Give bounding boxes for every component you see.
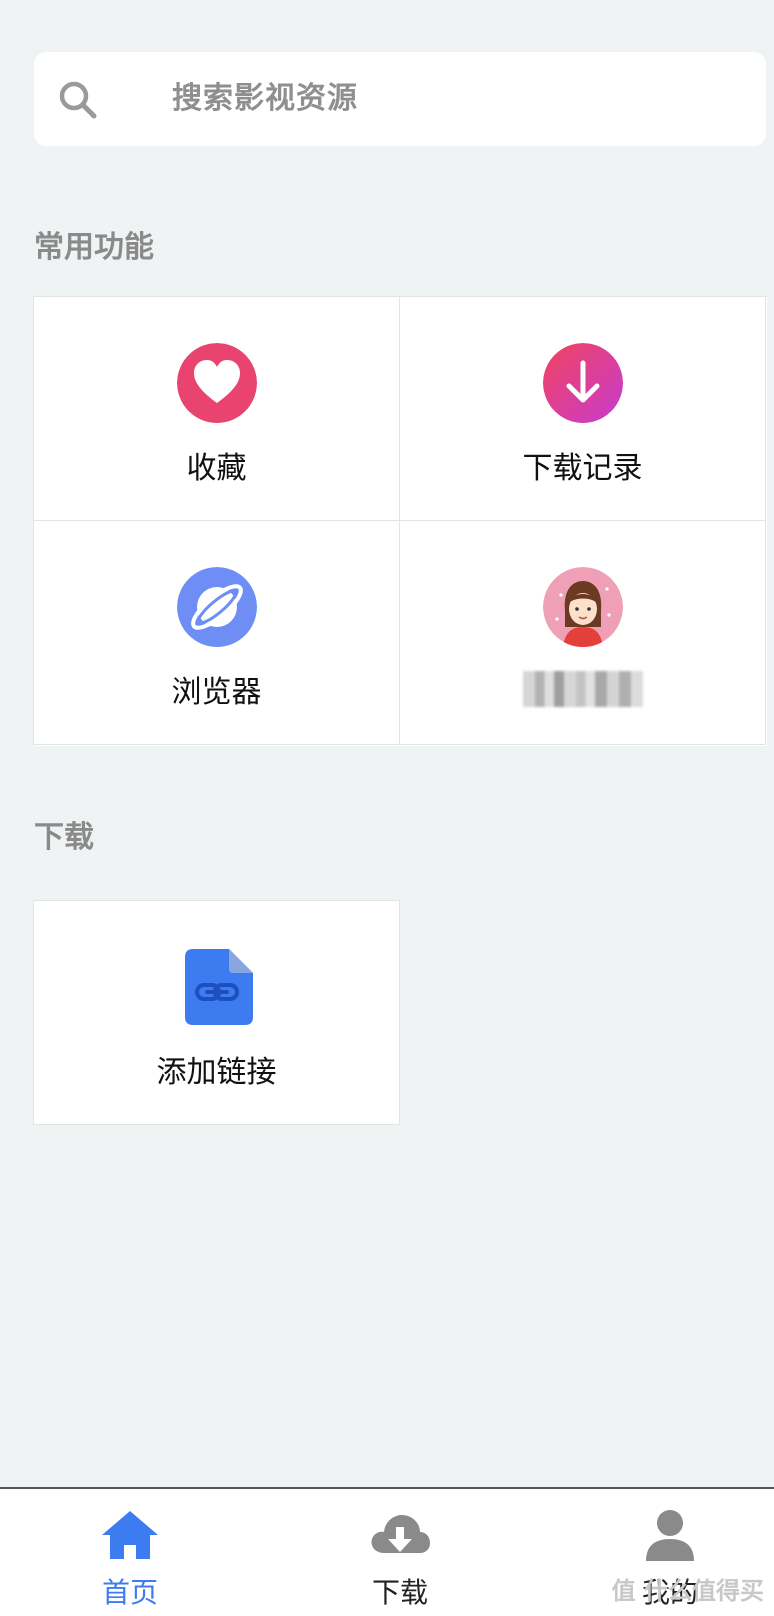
tile-download-history[interactable]: 下载记录: [400, 297, 766, 521]
section-title-common: 常用功能: [34, 230, 154, 265]
common-functions-grid: 收藏 下载记录 浏览器: [33, 296, 767, 746]
tab-home-label: 首页: [101, 1576, 158, 1609]
section-title-download: 下载: [34, 820, 94, 855]
tab-download-label: 下载: [371, 1576, 428, 1609]
tile-browser-label: 浏览器: [171, 675, 262, 710]
user-icon: [646, 1510, 694, 1561]
search-icon: [59, 81, 97, 119]
bottom-tab-bar: 首页 下载 我的 值 什么值得买: [0, 1487, 774, 1616]
tile-favorites-label: 收藏: [186, 451, 247, 486]
home-page: 搜索影视资源 常用功能 收藏 下载记录 浏览器 下载 添加链接 首页 下载 我的…: [0, 0, 774, 1616]
tile-avatar-label-pixelated: [522, 671, 643, 707]
link-file-icon: [177, 947, 257, 1027]
heart-icon: [176, 343, 257, 423]
download-arrow-icon: [542, 343, 623, 423]
tile-favorites[interactable]: 收藏: [34, 297, 400, 521]
watermark: 值 什么值得买: [611, 1577, 764, 1605]
planet-icon: [176, 567, 257, 647]
tab-download[interactable]: 下载: [300, 1489, 500, 1616]
avatar-girl-icon: [542, 567, 623, 647]
cloud-download-icon: [371, 1515, 430, 1553]
tile-avatar[interactable]: [400, 521, 766, 745]
tile-add-link-label: 添加链接: [156, 1055, 277, 1090]
home-icon: [102, 1511, 158, 1559]
search-bar[interactable]: 搜索影视资源: [34, 52, 766, 146]
tile-download-history-label: 下载记录: [522, 451, 643, 486]
tile-add-link[interactable]: 添加链接: [34, 901, 400, 1125]
search-placeholder: 搜索影视资源: [172, 81, 358, 116]
download-grid: 添加链接: [33, 900, 400, 1125]
tile-browser[interactable]: 浏览器: [34, 521, 400, 745]
tab-home[interactable]: 首页: [30, 1489, 230, 1616]
